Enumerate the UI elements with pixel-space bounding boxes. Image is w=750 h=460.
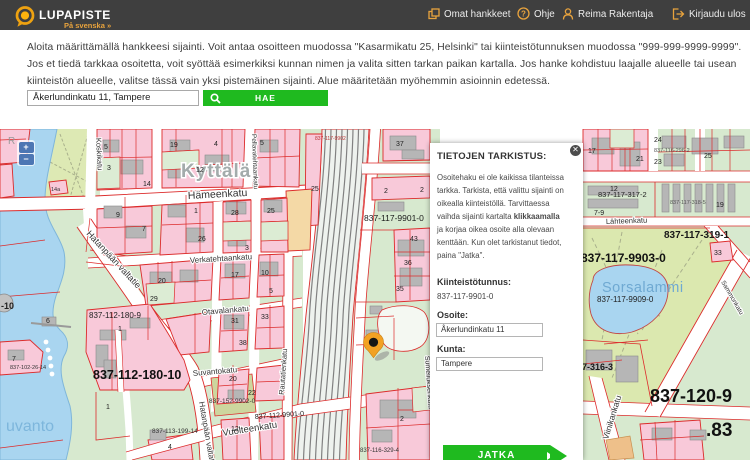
svg-text:1: 1 (194, 208, 198, 215)
svg-text:31: 31 (231, 318, 239, 325)
svg-text:25: 25 (311, 186, 319, 193)
svg-text:12: 12 (610, 186, 618, 193)
svg-text:837-112-180-10: 837-112-180-10 (93, 368, 181, 382)
svg-text:837-116-296-2: 837-116-296-2 (654, 148, 690, 154)
svg-text:17: 17 (231, 272, 239, 279)
svg-text:837-117-318-5: 837-117-318-5 (670, 200, 706, 206)
svg-text:38: 38 (239, 340, 247, 347)
svg-text:Koskikatu: Koskikatu (94, 138, 105, 171)
svg-text:20: 20 (158, 278, 166, 285)
svg-text:837-117-9903-0: 837-117-9903-0 (581, 251, 666, 265)
svg-text:2: 2 (420, 187, 424, 194)
svg-text:2: 2 (384, 188, 388, 195)
svg-text:R: R (8, 136, 15, 147)
svg-text:19: 19 (170, 142, 178, 149)
svg-text:12: 12 (231, 426, 239, 433)
svg-text:29: 29 (150, 296, 158, 303)
svg-text:33: 33 (261, 314, 269, 321)
svg-text:5: 5 (260, 140, 264, 147)
svg-text:7: 7 (142, 226, 146, 233)
svg-text:35: 35 (396, 286, 404, 293)
svg-text:14: 14 (143, 181, 151, 188)
svg-text:837-113-199-14: 837-113-199-14 (152, 428, 198, 435)
svg-text:21: 21 (636, 156, 644, 163)
svg-text:12: 12 (196, 167, 204, 174)
svg-text:7-9: 7-9 (594, 210, 604, 217)
svg-text:4: 4 (168, 444, 172, 451)
svg-text:837-152-9902-0: 837-152-9902-0 (209, 398, 256, 405)
svg-text:14a: 14a (51, 187, 61, 193)
svg-text:23: 23 (654, 159, 662, 166)
svg-text:837-117-9902: 837-117-9902 (315, 136, 346, 142)
svg-text:5: 5 (104, 144, 108, 151)
svg-text:837-117-319-1: 837-117-319-1 (664, 230, 729, 241)
svg-text:1: 1 (118, 326, 122, 333)
svg-text:36: 36 (404, 260, 412, 267)
svg-text:24: 24 (654, 137, 662, 144)
svg-text:6: 6 (46, 318, 50, 325)
svg-text:10: 10 (261, 270, 269, 277)
svg-text:37: 37 (396, 141, 404, 148)
svg-text:837-112-180-9: 837-112-180-9 (89, 311, 141, 320)
svg-text:3: 3 (245, 245, 249, 252)
svg-text:17: 17 (588, 148, 596, 155)
svg-text:25: 25 (704, 153, 712, 160)
svg-text:28: 28 (231, 210, 239, 217)
svg-text:?: ? (521, 10, 526, 19)
svg-text:837-117-9901-0: 837-117-9901-0 (364, 213, 424, 223)
svg-text:uvanto: uvanto (6, 418, 54, 435)
svg-text:19: 19 (716, 202, 724, 209)
svg-text:Sorsalammi: Sorsalammi (602, 280, 684, 296)
svg-text:1: 1 (106, 404, 110, 411)
svg-text:9: 9 (116, 212, 120, 219)
svg-text:5: 5 (269, 288, 273, 295)
svg-text:43: 43 (410, 236, 418, 243)
svg-text:7: 7 (12, 356, 16, 363)
svg-text:3: 3 (107, 165, 111, 172)
svg-text:4: 4 (214, 141, 218, 148)
svg-text:.83: .83 (706, 420, 732, 441)
svg-text:2: 2 (400, 416, 404, 423)
svg-text:837-116-329-4: 837-116-329-4 (360, 448, 400, 454)
svg-text:33: 33 (714, 250, 722, 257)
svg-text:837-120-9: 837-120-9 (650, 386, 732, 406)
svg-text:20: 20 (229, 376, 237, 383)
svg-text:Kyttälä: Kyttälä (181, 161, 251, 182)
svg-text:Lähteenkatu: Lähteenkatu (606, 216, 648, 226)
svg-text:837-102-26-14: 837-102-26-14 (10, 365, 46, 371)
svg-text:26: 26 (198, 236, 206, 243)
svg-text:837-117-9909-0: 837-117-9909-0 (597, 295, 654, 304)
svg-text:22: 22 (248, 390, 256, 397)
svg-text:25: 25 (267, 208, 275, 215)
svg-text:-10: -10 (1, 301, 14, 311)
svg-text:837-117-317-2: 837-117-317-2 (598, 190, 647, 199)
